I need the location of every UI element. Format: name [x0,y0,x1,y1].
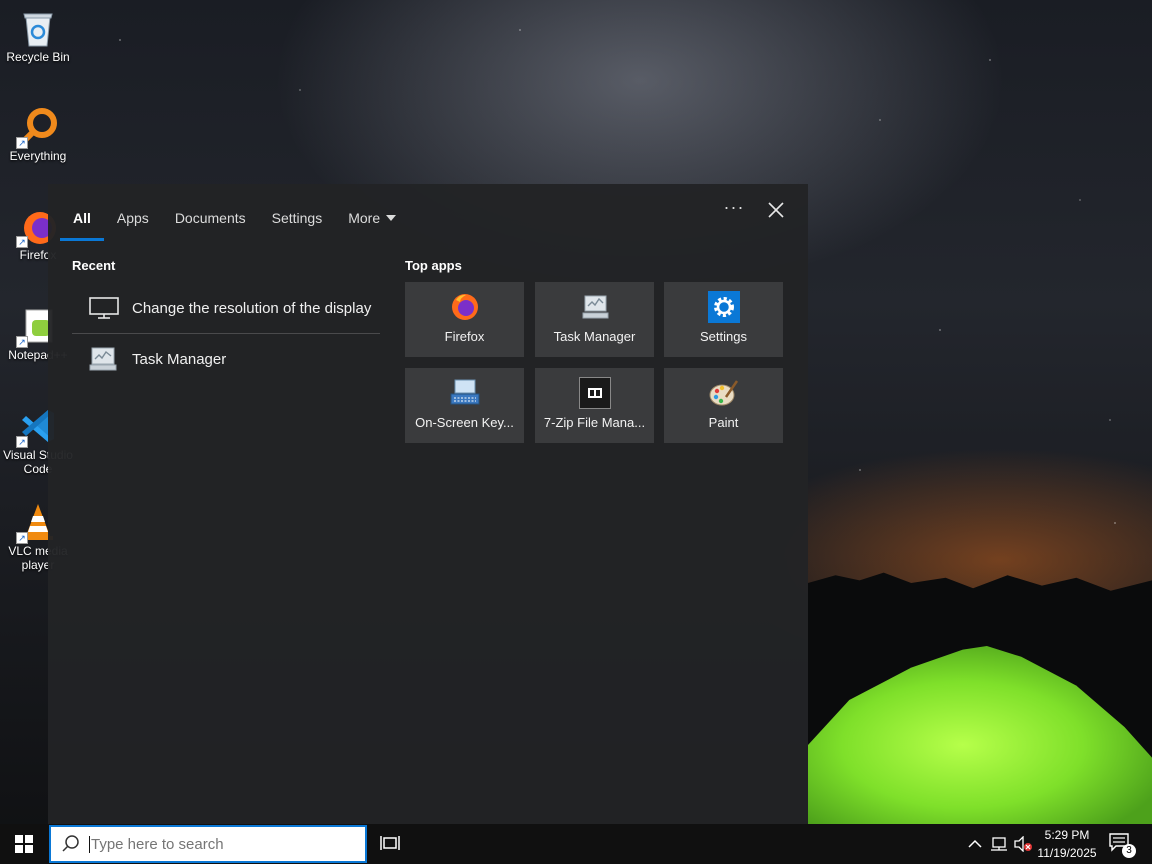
task-view-icon [380,836,400,850]
more-options-button[interactable]: ··· [722,198,746,220]
search-input[interactable] [89,835,349,853]
tab-label: All [73,210,91,226]
taskbar: 5:29 PM 11/19/2025 3 [0,824,1152,864]
tab-label: Apps [116,210,149,226]
desktop-icon-everything[interactable]: ↗ Everything [0,107,76,163]
shortcut-arrow-icon: ↗ [16,336,28,348]
search-icon [62,835,79,852]
onscreen-keyboard-icon [449,377,481,409]
tab-documents[interactable]: Documents [162,198,259,238]
tile-label: Settings [700,329,747,344]
tile-label: Task Manager [553,329,636,344]
top-app-onscreen-keyboard[interactable]: On-Screen Key... [405,368,524,443]
task-manager-icon [86,345,122,373]
show-hidden-icons-button[interactable] [964,824,986,864]
tile-label: Paint [708,415,739,430]
volume-muted-icon [1014,836,1032,852]
recent-item-label: Task Manager [132,350,227,368]
shortcut-arrow-icon: ↗ [16,532,28,544]
search-panel: All Apps Documents Settings More ··· Rec… [48,184,808,825]
tile-label: On-Screen Key... [415,415,514,430]
top-app-7zip[interactable]: 7-Zip File Mana... [535,368,654,443]
close-button[interactable] [764,198,788,222]
tab-apps[interactable]: Apps [104,198,162,238]
tab-label: Settings [271,210,323,226]
recent-item-label: Change the resolution of the display [132,299,372,317]
tile-label: 7-Zip File Mana... [543,415,646,430]
desktop-icon-recycle-bin[interactable]: Recycle Bin [0,8,76,64]
top-app-settings[interactable]: Settings [664,282,783,357]
tab-all[interactable]: All [60,198,104,241]
tab-more[interactable]: More [335,198,409,238]
desktop-icon-label: Everything [9,149,67,163]
monitor-icon [86,294,122,322]
shortcut-arrow-icon: ↗ [16,236,28,248]
volume-button[interactable] [1012,824,1034,864]
top-apps-heading: Top apps [405,258,462,273]
top-app-paint[interactable]: Paint [664,368,783,443]
tile-label: Firefox [444,329,485,344]
top-app-task-manager[interactable]: Task Manager [535,282,654,357]
recent-item-display-resolution[interactable]: Change the resolution of the display [72,283,380,333]
shortcut-arrow-icon: ↗ [16,137,28,149]
task-view-button[interactable] [380,834,402,854]
taskbar-search-box[interactable] [49,825,367,863]
tab-label: Documents [174,210,246,226]
recent-item-task-manager[interactable]: Task Manager [72,334,380,384]
shortcut-arrow-icon: ↗ [16,436,28,448]
clock-time: 5:29 PM [1044,828,1090,842]
everything-search-icon: ↗ [16,107,58,149]
tab-label: More [348,210,381,226]
firefox-icon [449,291,481,323]
task-manager-icon [579,291,611,323]
close-icon [768,202,784,218]
network-icon [991,837,1007,851]
clock-date: 11/19/2025 [1037,846,1097,860]
windows-logo-icon [15,835,33,853]
top-app-firefox[interactable]: Firefox [405,282,524,357]
chevron-down-icon [386,215,397,221]
settings-gear-icon [707,291,740,323]
start-button[interactable] [0,824,48,864]
notification-count-badge: 3 [1122,844,1136,858]
desktop-icon-label: Recycle Bin [6,50,70,64]
search-filter-tabs: All Apps Documents Settings More [60,198,409,241]
chevron-up-icon [968,839,982,848]
recycle-bin-icon [18,8,58,48]
network-button[interactable] [988,824,1010,864]
paint-palette-icon [708,377,740,409]
tab-settings[interactable]: Settings [259,198,336,238]
clock[interactable]: 5:29 PM 11/19/2025 [1032,826,1102,862]
recent-heading: Recent [72,258,116,273]
7zip-icon [578,377,611,409]
action-center-button[interactable]: 3 [1108,832,1136,858]
